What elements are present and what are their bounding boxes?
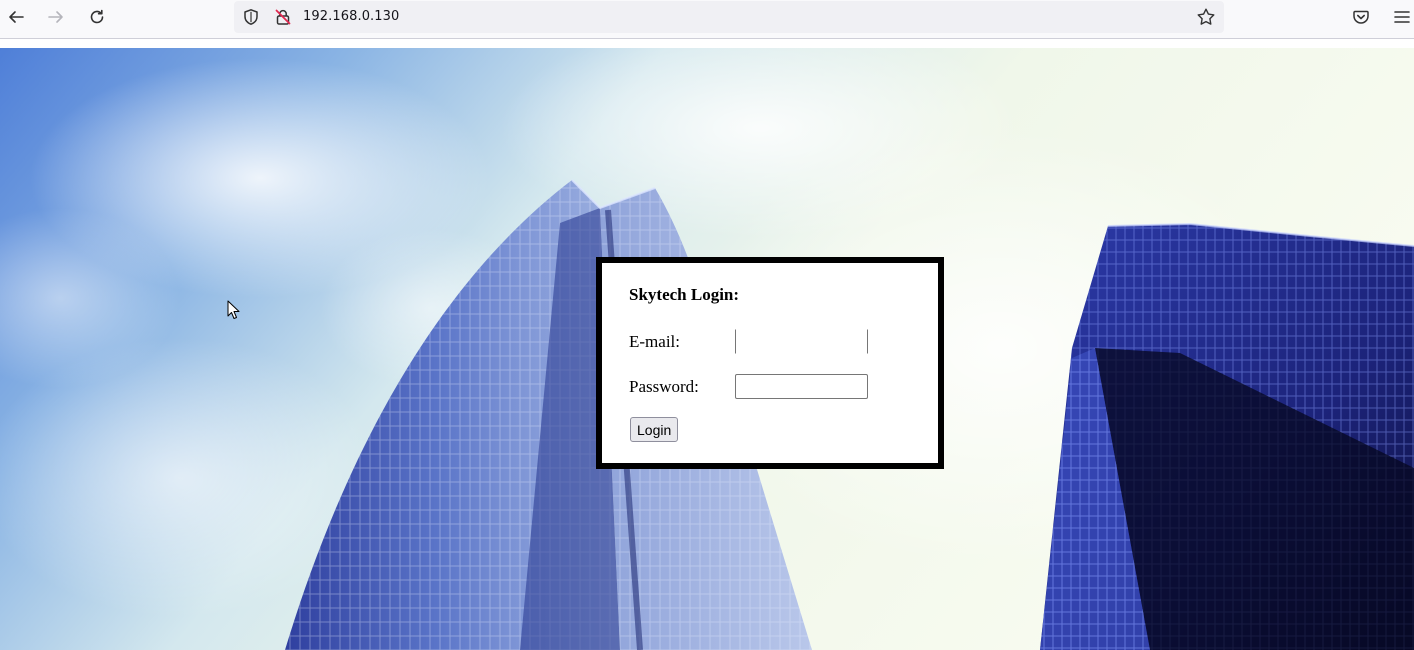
site-security-button[interactable] xyxy=(273,7,293,27)
email-field[interactable] xyxy=(735,329,868,354)
page-content: Skytech Login: E-mail: Password: Login xyxy=(0,48,1414,650)
hamburger-menu-icon xyxy=(1394,11,1410,23)
browser-toolbar: 192.168.0.130 xyxy=(0,0,1414,39)
mouse-pointer-icon xyxy=(227,300,240,319)
tracking-protection-icon xyxy=(244,9,258,25)
back-arrow-icon xyxy=(9,11,24,23)
login-form: Skytech Login: E-mail: Password: Login xyxy=(596,257,944,469)
content-top-margin xyxy=(0,39,1414,48)
forward-button[interactable] xyxy=(41,4,71,30)
email-label: E-mail: xyxy=(629,332,680,351)
app-menu-button[interactable] xyxy=(1387,4,1414,30)
login-button[interactable]: Login xyxy=(630,417,679,442)
pocket-icon xyxy=(1353,10,1369,24)
back-button[interactable] xyxy=(1,4,31,30)
reload-icon xyxy=(90,9,104,24)
password-label: Password: xyxy=(629,377,699,396)
login-title: Skytech Login: xyxy=(629,285,740,304)
tracking-protection-button[interactable] xyxy=(241,7,261,27)
pocket-button[interactable] xyxy=(1346,4,1376,30)
password-field[interactable] xyxy=(735,374,868,399)
bookmark-button[interactable] xyxy=(1196,7,1216,27)
url-text[interactable]: 192.168.0.130 xyxy=(303,9,399,24)
reload-button[interactable] xyxy=(82,4,112,30)
forward-arrow-icon xyxy=(48,11,63,23)
bookmark-star-icon xyxy=(1197,8,1215,25)
address-bar[interactable]: 192.168.0.130 xyxy=(234,1,1224,33)
insecure-lock-icon xyxy=(275,9,291,25)
